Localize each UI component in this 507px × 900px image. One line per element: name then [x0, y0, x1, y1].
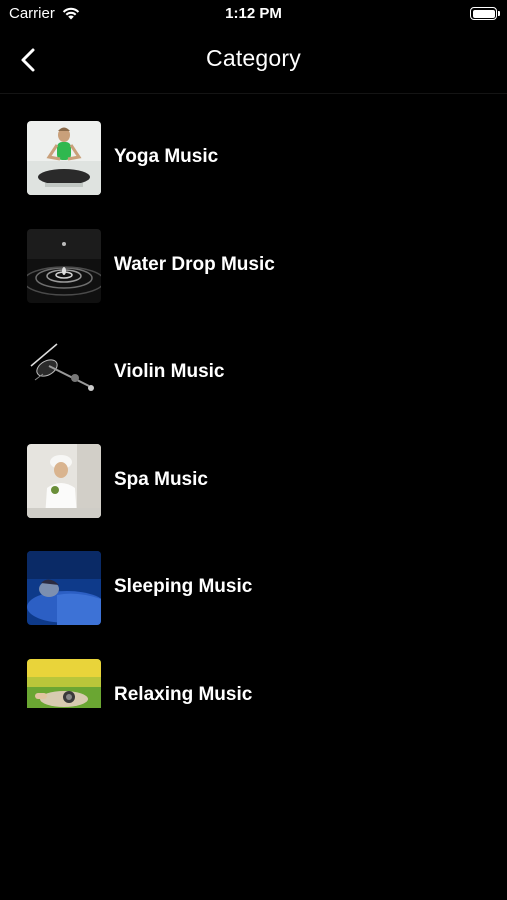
- category-label: Water Drop Music: [114, 253, 275, 275]
- category-item-water-drop[interactable]: Water Drop Music: [0, 212, 507, 320]
- category-item-relaxing[interactable]: Relaxing Music: [0, 642, 507, 708]
- category-label: Relaxing Music: [114, 683, 253, 705]
- yoga-thumbnail: [27, 121, 101, 195]
- violin-thumbnail: [27, 336, 101, 410]
- status-time: 1:12 PM: [225, 5, 282, 22]
- page-title: Category: [206, 45, 301, 71]
- category-label: Violin Music: [114, 361, 225, 382]
- category-item-sleeping[interactable]: Sleeping Music: [0, 534, 507, 642]
- navigation-bar: Category: [0, 28, 507, 94]
- category-label: Sleeping Music: [114, 576, 253, 597]
- sleeping-thumbnail: [27, 551, 101, 625]
- category-item-yoga[interactable]: Yoga Music: [0, 104, 507, 212]
- water-drop-thumbnail: [27, 228, 101, 303]
- category-label: Yoga Music: [114, 146, 219, 167]
- category-item-violin[interactable]: Violin Music: [0, 319, 507, 427]
- spa-thumbnail: [27, 443, 101, 518]
- relaxing-thumbnail: [27, 658, 101, 708]
- category-label: Spa Music: [114, 468, 208, 490]
- status-bar: Carrier 1:12 PM: [0, 0, 507, 28]
- category-list: Yoga Music Water Drop Music Violin Music…: [0, 104, 507, 708]
- category-item-spa[interactable]: Spa Music: [0, 427, 507, 535]
- battery-icon: [470, 7, 500, 20]
